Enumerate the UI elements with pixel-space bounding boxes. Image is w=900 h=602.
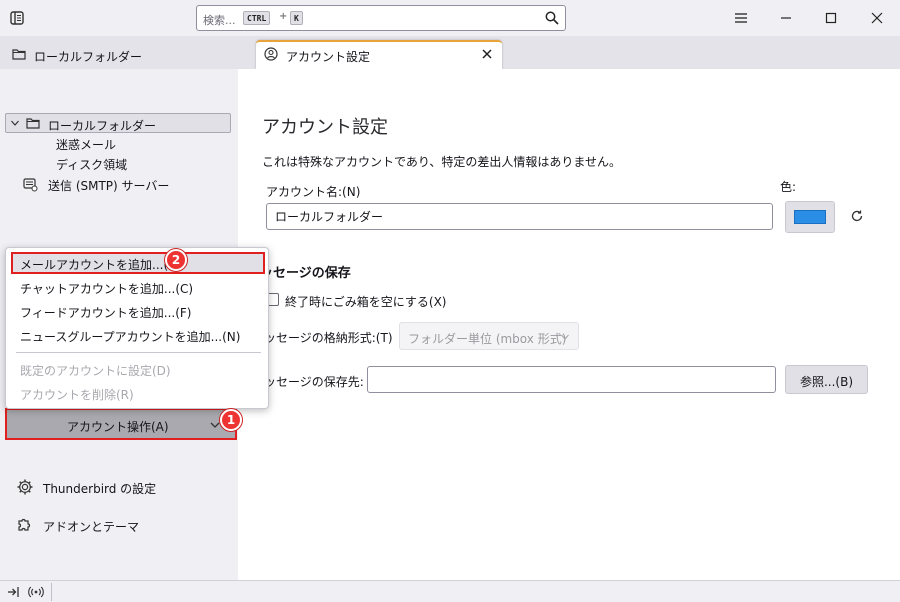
account-settings-icon (264, 47, 278, 61)
menu-item-label: 既定のアカウントに設定(D) (20, 364, 171, 378)
online-status-icon[interactable] (28, 585, 44, 599)
menu-item-add-feed-account[interactable]: フィードアカウントを追加...(F) (11, 300, 265, 322)
account-name-label: アカウント名:(N) (266, 185, 361, 199)
maximize-icon[interactable] (822, 9, 840, 27)
account-actions-menu: メールアカウントを追加...(A) チャットアカウントを追加...(C) フィー… (5, 247, 269, 409)
close-tab-icon[interactable] (480, 47, 494, 61)
account-name-field[interactable] (266, 203, 773, 230)
account-color-picker[interactable] (785, 201, 835, 233)
tab-label: アカウント設定 (286, 50, 371, 64)
tree-item-disk-space[interactable]: ディスク領域 (56, 156, 127, 173)
account-description: これは特殊なアカウントであり、特定の差出人情報はありません。 (262, 155, 622, 169)
browse-button-label: 参照...(B) (799, 375, 854, 389)
outgoing-server-icon (23, 178, 38, 192)
step-badge-1: 1 (220, 409, 242, 431)
folder-icon (12, 49, 26, 60)
status-separator (51, 583, 52, 601)
minimize-icon[interactable] (777, 9, 795, 27)
reset-color-icon[interactable] (850, 209, 864, 223)
thunderbird-settings-label: Thunderbird の設定 (43, 482, 157, 496)
step-badge-2: 2 (165, 249, 187, 271)
menu-item-add-newsgroup-account[interactable]: ニュースグループアカウントを追加...(N) (11, 324, 265, 346)
folder-icon (26, 118, 40, 129)
chevron-down-icon[interactable] (10, 118, 20, 128)
hamburger-menu-icon[interactable] (732, 9, 750, 27)
global-search-box[interactable]: 検索... CTRL + K (196, 5, 566, 31)
tab-account-settings[interactable]: アカウント設定 (256, 40, 502, 69)
menu-item-label: チャットアカウントを追加...(C) (20, 282, 194, 296)
menu-item-label: フィードアカウントを追加...(F) (20, 306, 192, 320)
menu-item-label: アカウントを削除(R) (20, 388, 134, 402)
menu-item-remove-account: アカウントを削除(R) (11, 382, 265, 404)
close-window-icon[interactable] (868, 9, 886, 27)
tree-item-label: ローカルフォルダー (48, 119, 157, 133)
account-color-label: 色: (780, 180, 797, 194)
store-type-select: フォルダー単位 (mbox 形式) (399, 322, 579, 350)
account-settings-pane: アカウント設定 これは特殊なアカウントであり、特定の差出人情報はありません。 ア… (238, 69, 900, 580)
app-menu-icon[interactable] (8, 9, 26, 27)
menu-item-add-mail-account[interactable]: メールアカウントを追加...(A) (11, 252, 265, 274)
local-directory-field[interactable] (367, 366, 776, 393)
tree-item-junk-settings[interactable]: 迷惑メール (56, 136, 116, 153)
puzzle-piece-icon (18, 518, 31, 531)
search-placeholder: 検索... (203, 14, 236, 27)
tab-bar: ローカルフォルダー アカウント設定 (0, 36, 900, 69)
tree-item-local-folders[interactable]: ローカルフォルダー (5, 113, 231, 133)
menu-separator (16, 352, 261, 353)
browse-button[interactable]: 参照...(B) (785, 365, 868, 394)
color-swatch (794, 210, 826, 224)
gear-icon (17, 479, 33, 495)
tab-local-folders[interactable]: ローカルフォルダー (4, 40, 250, 69)
menu-item-set-default: 既定のアカウントに設定(D) (11, 358, 265, 380)
store-type-label: ッセージの格納形式:(T) (264, 331, 393, 345)
message-storage-heading: ッセージの保存 (260, 266, 351, 281)
smtp-server-label: 送信 (SMTP) サーバー (48, 179, 170, 193)
menu-item-label: メールアカウントを追加...(A) (20, 258, 182, 272)
title-bar: 検索... CTRL + K (0, 0, 900, 36)
chevron-down-icon (561, 334, 569, 340)
store-type-value: フォルダー単位 (mbox 形式) (408, 332, 567, 346)
collapse-sidebar-icon[interactable] (6, 585, 20, 599)
menu-item-add-chat-account[interactable]: チャットアカウントを追加...(C) (11, 276, 265, 298)
account-actions-button[interactable]: アカウント操作(A) (5, 408, 237, 440)
account-actions-label: アカウント操作(A) (67, 420, 169, 434)
empty-trash-label[interactable]: 終了時にごみ箱を空にする(X) (285, 293, 446, 310)
tab-label: ローカルフォルダー (34, 50, 143, 64)
shortcut-key-k: K (290, 11, 303, 25)
search-icon[interactable] (545, 11, 559, 25)
status-bar (0, 580, 900, 602)
addons-themes-label: アドオンとテーマ (43, 520, 140, 534)
menu-item-label: ニュースグループアカウントを追加...(N) (20, 330, 241, 344)
local-directory-label: ッセージの保存先: (264, 375, 364, 389)
page-title: アカウント設定 (262, 117, 388, 138)
shortcut-plus: + (279, 11, 288, 22)
shortcut-key-ctrl: CTRL (243, 11, 271, 25)
